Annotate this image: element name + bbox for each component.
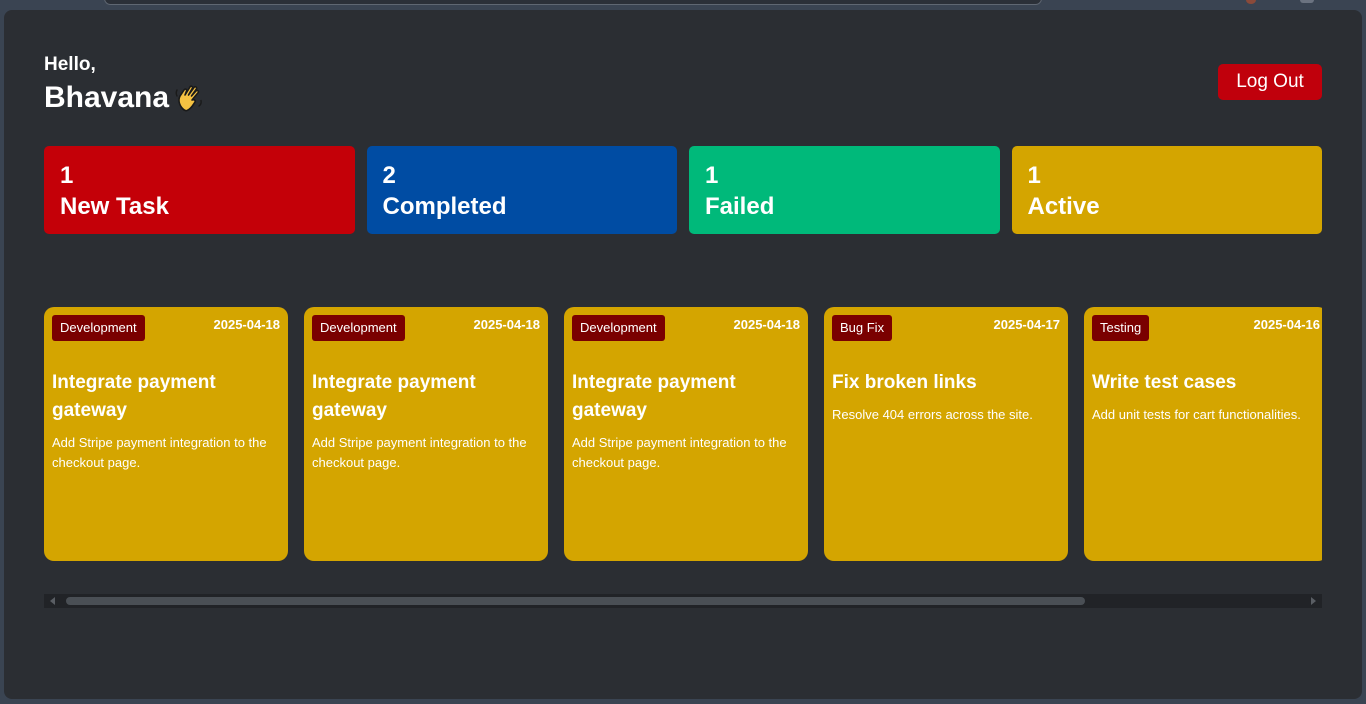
stat-count: 1 xyxy=(705,162,719,189)
scroll-right-arrow-icon[interactable] xyxy=(1311,597,1316,605)
task-card[interactable]: Bug Fix 2025-04-17 Fix broken links Reso… xyxy=(824,307,1068,561)
task-card-header: Development 2025-04-18 xyxy=(52,315,280,341)
task-card[interactable]: Development 2025-04-18 Integrate payment… xyxy=(44,307,288,561)
stat-label: Completed xyxy=(382,193,507,220)
waving-hand-icon xyxy=(173,82,205,114)
task-description: Add Stripe payment integration to the ch… xyxy=(52,435,267,470)
username-text: Bhavana xyxy=(44,81,170,114)
dashboard-container: Hello, Bhavana Log Out 1 New Task 2 Comp… xyxy=(4,10,1362,699)
task-card-header: Bug Fix 2025-04-17 xyxy=(832,315,1060,341)
task-title: Integrate payment gateway xyxy=(312,372,476,421)
task-list-scroll-area[interactable]: Development 2025-04-18 Integrate payment… xyxy=(44,307,1322,561)
horizontal-scrollbar[interactable] xyxy=(44,594,1322,608)
task-description: Add unit tests for cart functionalities. xyxy=(1092,407,1301,422)
stat-label: Active xyxy=(1027,193,1100,220)
task-category-badge: Development xyxy=(572,315,665,341)
task-category-badge: Development xyxy=(52,315,145,341)
stat-card-completed: 2 Completed xyxy=(366,146,677,234)
task-list: Development 2025-04-18 Integrate payment… xyxy=(44,307,1322,561)
stat-card-new-task: 1 New Task xyxy=(44,146,355,234)
scroll-left-arrow-icon[interactable] xyxy=(50,597,55,605)
task-category-badge: Bug Fix xyxy=(832,315,893,341)
browser-address-bar[interactable] xyxy=(104,0,1042,5)
task-card-header: Development 2025-04-18 xyxy=(572,315,800,341)
stat-count: 1 xyxy=(1027,162,1041,189)
task-card[interactable]: Testing 2025-04-16 Write test cases Add … xyxy=(1084,307,1322,561)
stat-card-active: 1 Active xyxy=(1011,146,1322,234)
task-card[interactable]: Development 2025-04-18 Integrate payment… xyxy=(564,307,808,561)
task-date: 2025-04-17 xyxy=(993,317,1061,332)
task-date: 2025-04-18 xyxy=(213,317,281,332)
stat-count: 2 xyxy=(382,162,396,189)
task-title: Integrate payment gateway xyxy=(52,372,216,421)
logout-button[interactable]: Log Out xyxy=(1218,64,1322,100)
stat-label: New Task xyxy=(60,193,169,220)
greeting-text: Hello, xyxy=(44,54,96,75)
task-description: Add Stripe payment integration to the ch… xyxy=(572,435,787,470)
task-category-badge: Development xyxy=(312,315,405,341)
browser-chrome-strip xyxy=(0,0,1366,10)
stat-label: Failed xyxy=(705,193,775,220)
dashboard-header: Hello, Bhavana Log Out xyxy=(44,54,1322,124)
task-card[interactable]: Development 2025-04-18 Integrate payment… xyxy=(304,307,548,561)
task-description: Add Stripe payment integration to the ch… xyxy=(312,435,527,470)
scrollbar-thumb[interactable] xyxy=(66,597,1085,605)
task-title: Write test cases xyxy=(1092,372,1237,393)
task-category-badge: Testing xyxy=(1092,315,1150,341)
task-date: 2025-04-18 xyxy=(473,317,541,332)
task-card-header: Development 2025-04-18 xyxy=(312,315,540,341)
username-row: Bhavana xyxy=(44,80,205,116)
task-stats-row: 1 New Task 2 Completed 1 Failed 1 Active xyxy=(44,146,1322,234)
task-title: Fix broken links xyxy=(832,372,977,393)
task-description: Resolve 404 errors across the site. xyxy=(832,407,1033,422)
task-date: 2025-04-16 xyxy=(1253,317,1321,332)
task-card-header: Testing 2025-04-16 xyxy=(1092,315,1320,341)
stat-card-failed: 1 Failed xyxy=(689,146,1000,234)
task-title: Integrate payment gateway xyxy=(572,372,736,421)
stat-count: 1 xyxy=(60,162,74,189)
browser-profile-icon[interactable] xyxy=(1300,0,1314,3)
browser-extension-icon[interactable] xyxy=(1246,0,1256,4)
task-date: 2025-04-18 xyxy=(733,317,801,332)
